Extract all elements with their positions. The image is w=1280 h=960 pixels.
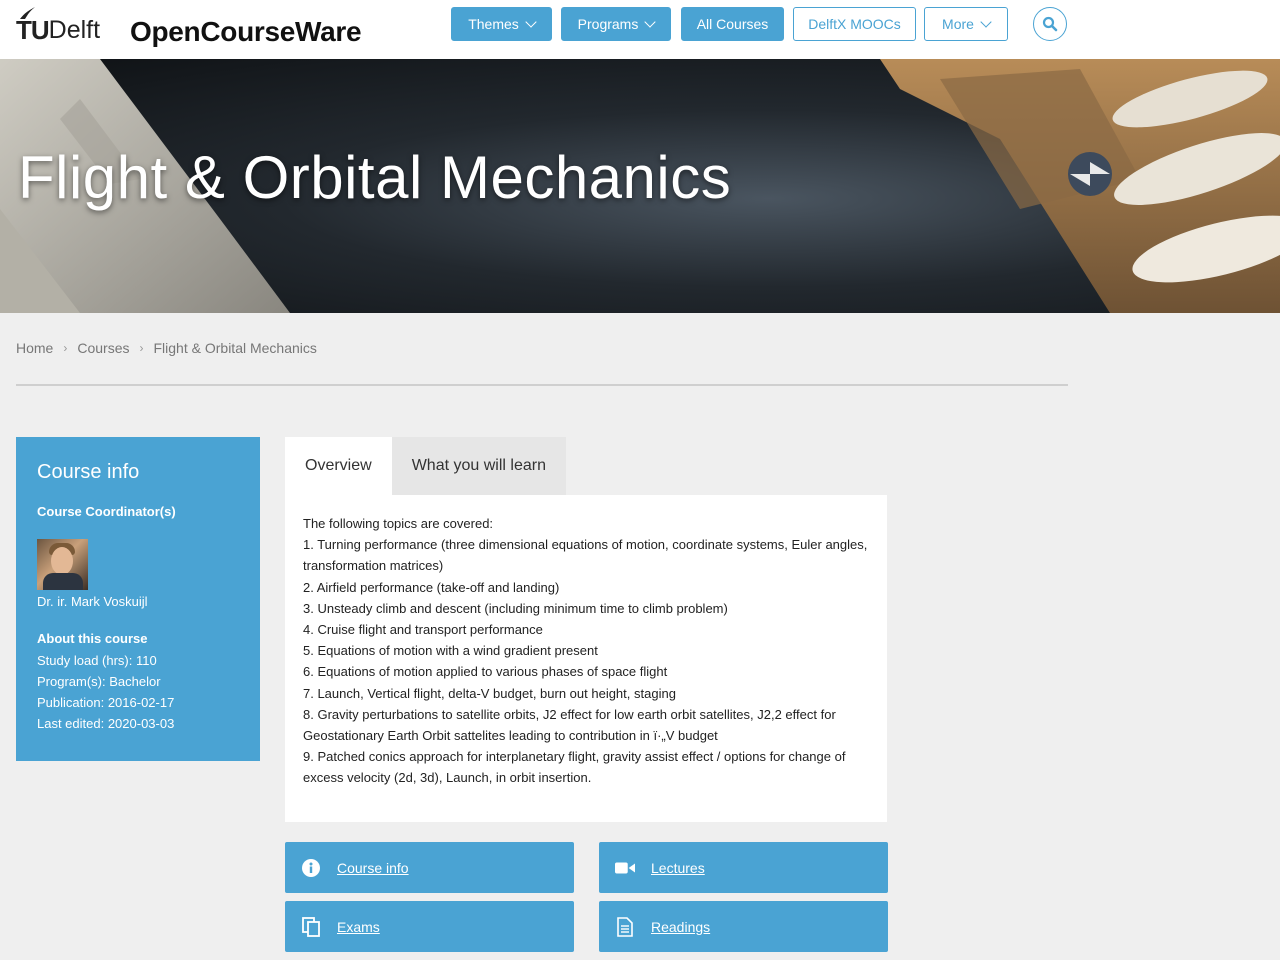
course-info-button[interactable]: Course info	[285, 842, 574, 893]
study-load: Study load (hrs): 110	[37, 653, 157, 668]
tudelft-logo[interactable]: TU Delft	[16, 7, 101, 48]
video-camera-icon	[615, 858, 635, 878]
course-info-heading: Course info	[37, 461, 140, 483]
publication-date: Publication: 2016-02-17	[37, 695, 175, 710]
last-edited-date: Last edited: 2020-03-03	[37, 716, 175, 731]
overview-content: The following topics are covered: 1. Tur…	[285, 495, 887, 822]
logo-delft: Delft	[48, 16, 101, 44]
coordinator-name[interactable]: Dr. ir. Mark Voskuijl	[37, 594, 239, 609]
breadcrumb-current: Flight & Orbital Mechanics	[153, 340, 317, 356]
nav-more-button[interactable]: More	[924, 7, 1008, 41]
course-banner: Flight & Orbital Mechanics	[0, 59, 1280, 313]
topic-item: 7. Launch, Vertical flight, delta-V budg…	[303, 685, 676, 701]
info-icon	[301, 858, 321, 878]
search-icon	[1042, 16, 1058, 32]
nav-delftx-label: DelftX MOOCs	[808, 16, 901, 32]
chevron-down-icon	[525, 16, 537, 28]
course-info-button-label: Course info	[337, 859, 409, 876]
nav-programs-label: Programs	[577, 16, 639, 32]
avatar-body	[43, 573, 83, 590]
nav-all-courses-label: All Courses	[696, 16, 769, 32]
chevron-right-icon: ›	[63, 341, 68, 355]
topic-item: 2. Airfield performance (take-off and la…	[303, 579, 560, 595]
readings-button[interactable]: Readings	[599, 901, 888, 952]
topic-item: 3. Unsteady climb and descent (including…	[303, 600, 728, 616]
nav-themes-label: Themes	[468, 16, 519, 32]
tab-what-you-will-learn[interactable]: What you will learn	[391, 437, 566, 495]
nav-programs-button[interactable]: Programs	[561, 7, 671, 41]
site-title[interactable]: OpenCourseWare	[130, 14, 362, 50]
overview-intro: The following topics are covered:	[303, 516, 494, 531]
breadcrumb-courses[interactable]: Courses	[77, 340, 129, 356]
nav-delftx-button[interactable]: DelftX MOOCs	[793, 7, 916, 41]
flame-icon	[20, 7, 35, 19]
chevron-down-icon	[980, 16, 992, 28]
document-text-icon	[615, 916, 635, 937]
about-label: About this course	[37, 631, 148, 646]
breadcrumb-home[interactable]: Home	[16, 340, 53, 356]
chevron-right-icon: ›	[139, 341, 144, 355]
avatar-face	[51, 547, 73, 575]
breadcrumb: Home › Courses › Flight & Orbital Mechan…	[16, 340, 317, 356]
topic-item: 4. Cruise flight and transport performan…	[303, 622, 543, 638]
exams-button-label: Exams	[337, 918, 380, 935]
lectures-button-label: Lectures	[651, 859, 705, 876]
banner-aircraft-image	[880, 59, 1280, 313]
nav-all-courses-button[interactable]: All Courses	[681, 7, 784, 41]
avatar[interactable]	[37, 539, 88, 590]
search-button[interactable]	[1033, 7, 1067, 41]
course-info-panel: Course info Course Coordinator(s) Dr. ir…	[16, 437, 260, 761]
copy-document-icon	[301, 916, 321, 937]
topic-item: 5. Equations of motion with a wind gradi…	[303, 643, 598, 659]
programs: Program(s): Bachelor	[37, 674, 161, 689]
divider	[16, 384, 1068, 386]
course-tabs: Overview What you will learn	[285, 437, 566, 495]
site-header: TU Delft OpenCourseWare Themes Programs …	[0, 0, 1280, 59]
lectures-button[interactable]: Lectures	[599, 842, 888, 893]
readings-button-label: Readings	[651, 918, 711, 935]
coordinator-label: Course Coordinator(s)	[37, 504, 176, 519]
nav-more-label: More	[942, 16, 974, 32]
banner-title: Flight & Orbital Mechanics	[18, 144, 732, 211]
topic-item: 1. Turning performance (three dimensiona…	[303, 537, 868, 574]
tab-overview[interactable]: Overview	[285, 437, 392, 495]
topic-item: 8. Gravity perturbations to satellite or…	[303, 706, 836, 744]
exams-button[interactable]: Exams	[285, 901, 574, 952]
topic-item: 6. Equations of motion applied to variou…	[303, 664, 668, 680]
chevron-down-icon	[644, 16, 657, 28]
topic-item: 9. Patched conics approach for interplan…	[303, 749, 846, 786]
nav-themes-button[interactable]: Themes	[451, 7, 552, 41]
